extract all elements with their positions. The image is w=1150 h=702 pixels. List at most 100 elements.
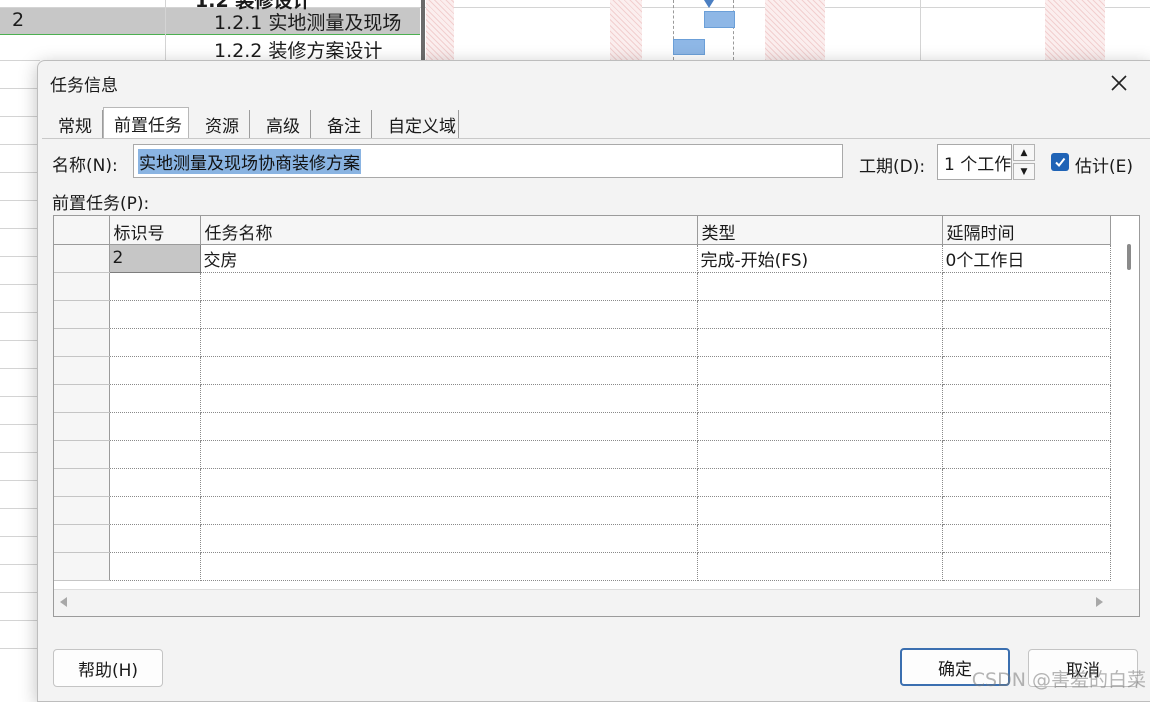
cell-id[interactable]	[109, 524, 201, 553]
row-header[interactable]	[54, 524, 110, 553]
table-row	[54, 468, 1111, 497]
cell-type[interactable]	[697, 384, 943, 413]
task-name-input[interactable]: 实地测量及现场协商装修方案	[133, 144, 843, 178]
cell-lag[interactable]	[942, 356, 1111, 385]
cell-type[interactable]	[697, 328, 943, 357]
row-header[interactable]	[54, 496, 110, 525]
cell-type[interactable]	[697, 356, 943, 385]
estimated-checkbox[interactable]	[1051, 153, 1069, 171]
cell-lag[interactable]	[942, 272, 1111, 301]
duration-input[interactable]: 1 个工作日	[937, 144, 1012, 180]
task-name-cell[interactable]: 1.2.1 实地测量及现场	[214, 8, 401, 35]
cell-task-name[interactable]	[200, 552, 698, 581]
row-header[interactable]	[54, 412, 110, 441]
cell-id[interactable]	[109, 412, 201, 441]
split-bar[interactable]	[421, 0, 425, 60]
cell-type[interactable]	[697, 524, 943, 553]
cell-lag[interactable]	[942, 412, 1111, 441]
table-row	[54, 272, 1111, 301]
gantt-bar[interactable]	[704, 11, 735, 28]
cell-task-name[interactable]	[200, 496, 698, 525]
cell-lag[interactable]: 0个工作日	[942, 244, 1111, 273]
tab-strip: 常规 前置任务 资源 高级 备注 自定义域	[42, 106, 459, 139]
timescale-divider	[920, 0, 921, 60]
cell-task-name[interactable]	[200, 356, 698, 385]
cell-type[interactable]	[697, 440, 943, 469]
gantt-bar[interactable]	[673, 39, 705, 55]
scroll-right-icon[interactable]	[1096, 597, 1103, 607]
close-button[interactable]	[1099, 67, 1139, 99]
cell-type[interactable]: 完成-开始(FS)	[697, 244, 943, 273]
column-header-type[interactable]: 类型	[697, 216, 943, 245]
table-row	[54, 384, 1111, 413]
cell-task-name[interactable]	[200, 468, 698, 497]
tab-predecessors[interactable]: 前置任务	[103, 107, 189, 139]
cell-lag[interactable]	[942, 300, 1111, 329]
horizontal-scrollbar[interactable]	[54, 589, 1139, 616]
cell-lag[interactable]	[942, 328, 1111, 357]
cell-lag[interactable]	[942, 552, 1111, 581]
tab-notes[interactable]: 备注	[311, 110, 372, 138]
cell-task-name[interactable]: 交房	[200, 244, 698, 273]
cell-id[interactable]	[109, 552, 201, 581]
table-row	[54, 356, 1111, 385]
scroll-left-icon[interactable]	[60, 597, 67, 607]
cell-id[interactable]	[109, 272, 201, 301]
cell-id[interactable]	[109, 468, 201, 497]
cell-id[interactable]	[109, 356, 201, 385]
dependency-arrow-icon	[704, 0, 714, 8]
tab-general[interactable]: 常规	[42, 110, 103, 138]
cell-task-name[interactable]	[200, 412, 698, 441]
spin-down-button[interactable]: ▼	[1013, 163, 1035, 180]
duration-spinner: ▲ ▼	[1013, 144, 1035, 180]
row-header[interactable]	[54, 468, 110, 497]
cell-id[interactable]: 2	[108, 243, 201, 273]
row-header[interactable]	[54, 384, 110, 413]
sheet-gridline	[0, 340, 40, 341]
cell-task-name[interactable]	[200, 300, 698, 329]
row-header[interactable]	[54, 328, 110, 357]
tab-custom-fields[interactable]: 自定义域	[372, 110, 459, 138]
help-button[interactable]: 帮助(H)	[53, 649, 163, 687]
cell-task-name[interactable]	[200, 524, 698, 553]
row-header[interactable]	[54, 552, 110, 581]
vertical-scrollbar-thumb[interactable]	[1127, 244, 1131, 270]
row-header[interactable]	[54, 356, 110, 385]
table-row	[54, 300, 1111, 329]
cell-id[interactable]	[109, 384, 201, 413]
row-header[interactable]	[54, 272, 110, 301]
cell-lag[interactable]	[942, 384, 1111, 413]
row-header[interactable]	[54, 440, 110, 469]
cell-type[interactable]	[697, 468, 943, 497]
cell-task-name[interactable]	[200, 440, 698, 469]
cell-type[interactable]	[697, 300, 943, 329]
cell-type[interactable]	[697, 412, 943, 441]
sheet-column-divider	[165, 0, 166, 60]
table-row	[54, 524, 1111, 553]
cell-id[interactable]	[109, 440, 201, 469]
cell-task-name[interactable]	[200, 272, 698, 301]
task-name-cell[interactable]: 1.2.2 装修方案设计	[214, 36, 382, 63]
row-header[interactable]	[54, 244, 110, 273]
spin-up-button[interactable]: ▲	[1013, 144, 1035, 161]
grid-header-row: 标识号 任务名称 类型 延隔时间	[54, 216, 1111, 245]
column-header-id[interactable]: 标识号	[109, 216, 201, 245]
tab-advanced[interactable]: 高级	[250, 110, 311, 138]
cell-id[interactable]	[109, 300, 201, 329]
cell-lag[interactable]	[942, 496, 1111, 525]
cell-type[interactable]	[697, 272, 943, 301]
cell-type[interactable]	[697, 496, 943, 525]
cell-task-name[interactable]	[200, 384, 698, 413]
cell-lag[interactable]	[942, 524, 1111, 553]
cell-lag[interactable]	[942, 468, 1111, 497]
column-header-lag[interactable]: 延隔时间	[942, 216, 1111, 245]
cell-lag[interactable]	[942, 440, 1111, 469]
row-header[interactable]	[54, 300, 110, 329]
cell-id[interactable]	[109, 496, 201, 525]
tab-resources[interactable]: 资源	[189, 110, 250, 138]
corner-header[interactable]	[54, 216, 110, 245]
column-header-task-name[interactable]: 任务名称	[200, 216, 698, 245]
cell-id[interactable]	[109, 328, 201, 357]
cell-task-name[interactable]	[200, 328, 698, 357]
cell-type[interactable]	[697, 552, 943, 581]
